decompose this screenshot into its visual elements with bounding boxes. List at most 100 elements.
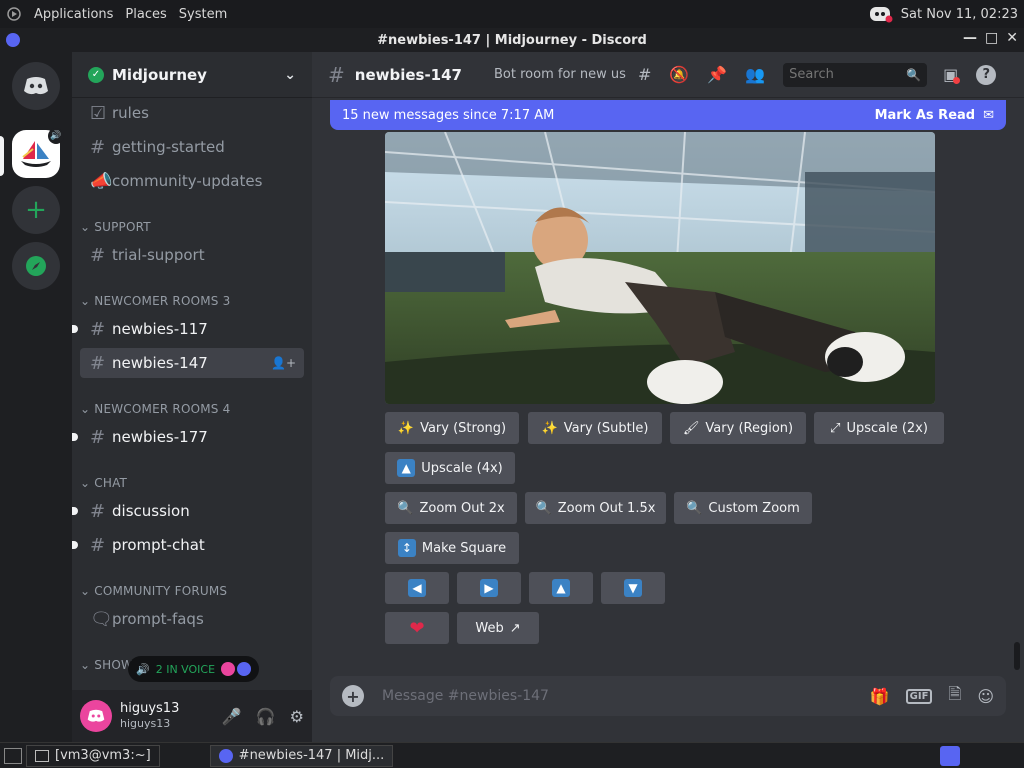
thread-hash-icon: # bbox=[328, 62, 345, 87]
sticker-icon[interactable]: 🗎 bbox=[948, 683, 961, 710]
category-label: NEWCOMER ROOMS 3 bbox=[94, 294, 231, 308]
avatar[interactable] bbox=[80, 700, 112, 732]
web-link-button[interactable]: Web ↗ bbox=[457, 612, 539, 644]
task-discord[interactable]: #newbies-147 | Midj... bbox=[209, 744, 394, 767]
voice-pill[interactable]: 🔊 2 IN VOICE bbox=[128, 656, 260, 682]
channel-getting-started[interactable]: # getting-started bbox=[80, 132, 304, 162]
guild-header[interactable]: ✓ Midjourney ⌄ bbox=[72, 52, 312, 98]
channel-trial-support[interactable]: # trial-support bbox=[80, 240, 304, 270]
server-midjourney[interactable]: 🔊 bbox=[12, 128, 64, 178]
pan-right-button[interactable]: ▶ bbox=[457, 572, 521, 604]
verified-check-icon: ✓ bbox=[88, 66, 104, 83]
gif-button[interactable]: GIF bbox=[905, 688, 933, 704]
task-terminal[interactable]: [vm3@vm3:~] bbox=[26, 744, 160, 767]
channel-community-updates[interactable]: 📣 community-updates bbox=[80, 166, 304, 196]
button-label: Zoom Out 2x bbox=[419, 500, 505, 516]
zoom-out-1-5x-button[interactable]: 🔍 Zoom Out 1.5x bbox=[525, 492, 666, 524]
user-info[interactable]: higuys13 higuys13 bbox=[120, 701, 179, 731]
threads-icon[interactable]: # bbox=[638, 65, 651, 84]
mark-as-read-button[interactable]: Mark As Read bbox=[875, 108, 976, 123]
system-menu: Applications Places System bbox=[0, 6, 227, 22]
channel-prompt-faqs[interactable]: 🗨 prompt-faqs bbox=[80, 604, 304, 634]
channel-newbies-177[interactable]: # newbies-177 bbox=[72, 422, 304, 452]
mute-microphone-icon[interactable]: 🎤 bbox=[222, 707, 242, 726]
window-title: #newbies-147 | Midjourney - Discord bbox=[377, 32, 647, 48]
maximize-icon[interactable]: □ bbox=[985, 30, 998, 46]
settings-gear-icon[interactable]: ⚙ bbox=[290, 707, 304, 726]
category-label: CHAT bbox=[94, 476, 128, 490]
header-toolbar: # 🔕 📌 👥 bbox=[638, 65, 765, 84]
search-input[interactable] bbox=[789, 67, 900, 82]
discord-app-icon bbox=[6, 33, 20, 47]
pan-left-button[interactable]: ◀ bbox=[385, 572, 449, 604]
thread-hash-icon: # bbox=[90, 426, 106, 448]
menu-places[interactable]: Places bbox=[125, 7, 166, 22]
upscale-2x-button[interactable]: ⤢ Upscale (2x) bbox=[814, 412, 944, 444]
pin-icon[interactable]: 📌 bbox=[707, 65, 727, 84]
channel-topic[interactable]: Bot room for new us... bbox=[494, 67, 626, 82]
channel-rules[interactable]: ☑ rules bbox=[80, 98, 304, 128]
generated-image[interactable] bbox=[385, 132, 935, 404]
username: higuys13 bbox=[120, 701, 180, 716]
channel-newbies-117[interactable]: # newbies-117 bbox=[72, 314, 304, 344]
button-label: Web bbox=[475, 620, 504, 636]
attach-plus-icon[interactable]: + bbox=[342, 685, 364, 707]
favorite-button[interactable]: ❤ bbox=[385, 612, 449, 644]
notification-bell-muted-icon[interactable]: 🔕 bbox=[669, 65, 689, 84]
zoom-out-2x-button[interactable]: 🔍 Zoom Out 2x bbox=[385, 492, 517, 524]
clock[interactable]: Sat Nov 11, 02:23 bbox=[901, 7, 1018, 22]
category-community-forums[interactable]: ⌄ COMMUNITY FORUMS bbox=[80, 584, 227, 598]
magic-wand-icon: ✨ bbox=[541, 420, 558, 436]
gift-icon[interactable]: 🎁 bbox=[870, 687, 890, 706]
category-newcomer-4[interactable]: ⌄ NEWCOMER ROOMS 4 bbox=[80, 402, 230, 416]
headphones-icon[interactable]: 🎧 bbox=[256, 707, 276, 726]
button-label: Make Square bbox=[421, 540, 507, 556]
button-label: Zoom Out 1.5x bbox=[557, 500, 656, 516]
category-support[interactable]: ⌄ SUPPORT bbox=[80, 220, 151, 234]
mark-read-icon[interactable]: ✉ bbox=[983, 108, 994, 123]
system-logo-icon[interactable] bbox=[6, 6, 22, 22]
category-chat[interactable]: ⌄ CHAT bbox=[80, 476, 127, 490]
vary-region-button[interactable]: 🖌 Vary (Region) bbox=[670, 412, 806, 444]
magnifier-icon: 🔍 bbox=[397, 500, 414, 516]
home-button[interactable] bbox=[12, 62, 60, 110]
add-member-icon[interactable]: 👤+ bbox=[271, 356, 296, 370]
pan-up-button[interactable]: ▲ bbox=[529, 572, 593, 604]
hash-icon: # bbox=[90, 244, 106, 266]
unread-dot bbox=[72, 325, 78, 333]
vary-strong-button[interactable]: ✨ Vary (Strong) bbox=[385, 412, 519, 444]
new-messages-banner[interactable]: 15 new messages since 7:17 AM Mark As Re… bbox=[330, 100, 1006, 130]
help-icon[interactable]: ? bbox=[976, 64, 997, 85]
menu-applications[interactable]: Applications bbox=[34, 7, 113, 22]
heart-icon: ❤ bbox=[409, 617, 425, 639]
channel-newbies-147[interactable]: # newbies-147 👤+ bbox=[80, 348, 304, 378]
upscale-4x-button[interactable]: ▲ Upscale (4x) bbox=[385, 452, 515, 484]
menu-system[interactable]: System bbox=[179, 7, 227, 22]
search-box[interactable]: 🔍 bbox=[783, 62, 928, 87]
make-square-button[interactable]: ↕ Make Square bbox=[385, 532, 519, 564]
message-input[interactable] bbox=[382, 688, 870, 704]
plus-icon: + bbox=[25, 195, 47, 225]
arrow-up-box-icon: ▲ bbox=[397, 459, 416, 477]
inbox-icon[interactable]: ▣ bbox=[943, 65, 961, 84]
emoji-icon[interactable]: ☺ bbox=[977, 687, 994, 706]
discord-tray-app-icon[interactable] bbox=[940, 745, 960, 766]
show-desktop-icon[interactable] bbox=[4, 747, 22, 764]
channel-discussion[interactable]: # discussion bbox=[72, 496, 304, 526]
minimize-icon[interactable]: — bbox=[963, 30, 977, 46]
pan-down-button[interactable]: ▼ bbox=[601, 572, 665, 604]
channel-header: # newbies-147 Bot room for new us... # 🔕… bbox=[312, 52, 1024, 98]
custom-zoom-button[interactable]: 🔍 Custom Zoom bbox=[674, 492, 812, 524]
vary-subtle-button[interactable]: ✨ Vary (Subtle) bbox=[528, 412, 662, 444]
channel-label: prompt-chat bbox=[112, 536, 205, 554]
add-server-button[interactable]: + bbox=[12, 186, 60, 234]
hash-icon: # bbox=[90, 500, 106, 522]
scrollbar[interactable] bbox=[1014, 642, 1020, 670]
forum-icon: 🗨 bbox=[90, 608, 113, 630]
discord-tray-icon[interactable] bbox=[869, 5, 893, 23]
member-list-icon[interactable]: 👥 bbox=[745, 65, 765, 84]
category-newcomer-3[interactable]: ⌄ NEWCOMER ROOMS 3 bbox=[80, 294, 230, 308]
explore-servers-button[interactable] bbox=[12, 242, 60, 290]
close-icon[interactable]: ✕ bbox=[1006, 30, 1018, 46]
channel-prompt-chat[interactable]: # prompt-chat bbox=[72, 530, 304, 560]
